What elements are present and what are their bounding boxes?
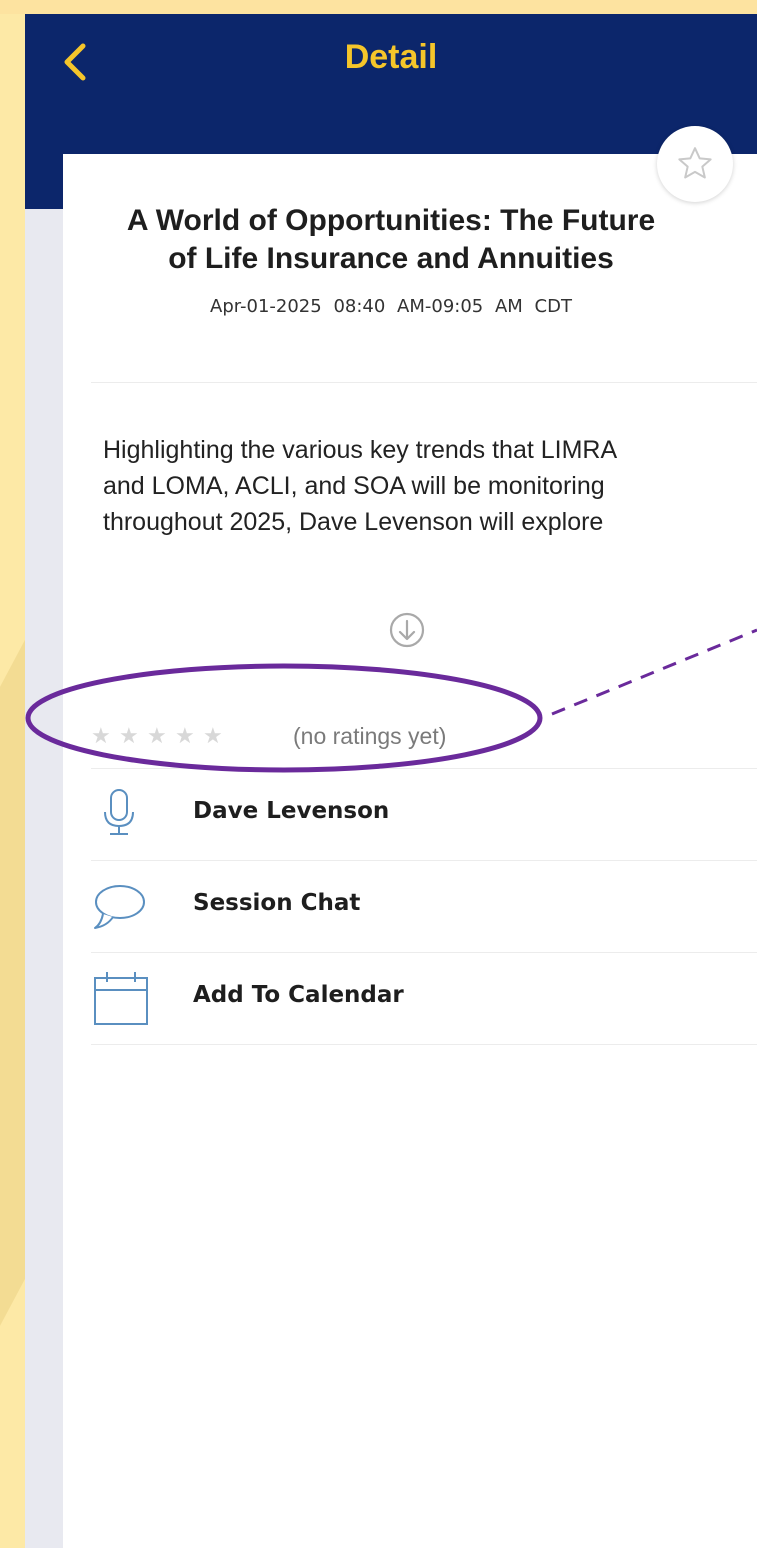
- rating-star-icon[interactable]: ★: [203, 724, 223, 749]
- rating-star-icon[interactable]: ★: [175, 724, 195, 749]
- star-outline-icon: [678, 147, 712, 179]
- session-chat-row[interactable]: Session Chat: [91, 860, 757, 952]
- rating-star-icon[interactable]: ★: [119, 724, 139, 749]
- expand-description-button[interactable]: [387, 610, 427, 650]
- app-screen: Detail A World of Opportunities: The Fut…: [25, 14, 757, 1548]
- description-line: Highlighting the various key trends that…: [103, 436, 618, 464]
- divider: [91, 1044, 757, 1045]
- session-time: 08:40 AM-09:05 AM CDT: [333, 296, 572, 317]
- background-top: [0, 0, 757, 14]
- rating-row: ★ ★ ★ ★ ★ (no ratings yet): [91, 712, 731, 768]
- session-title-line: of Life Insurance and Annuities: [168, 242, 614, 275]
- rating-star-icon[interactable]: ★: [147, 724, 167, 749]
- description-line: and LOMA, ACLI, and SOA will be monitori…: [103, 472, 605, 500]
- session-datetime: Apr-01-2025 08:40 AM-09:05 AM CDT: [25, 296, 757, 317]
- session-description: Highlighting the various key trends that…: [103, 432, 743, 540]
- add-to-calendar-label: Add To Calendar: [193, 982, 404, 1008]
- calendar-icon: [94, 972, 148, 1025]
- session-title: A World of Opportunities: The Future of …: [25, 202, 757, 278]
- add-to-calendar-row[interactable]: Add To Calendar: [91, 952, 757, 1044]
- rating-star-icon[interactable]: ★: [91, 724, 111, 749]
- session-chat-label: Session Chat: [193, 890, 361, 916]
- description-fade: [103, 546, 743, 586]
- page-title: Detail: [344, 38, 438, 76]
- speaker-row[interactable]: Dave Levenson: [91, 768, 757, 860]
- divider: [91, 382, 757, 383]
- speaker-name: Dave Levenson: [193, 798, 390, 824]
- session-title-line: A World of Opportunities: The Future: [126, 204, 656, 237]
- microphone-icon: [104, 789, 134, 835]
- description-line: throughout 2025, Dave Levenson will expl…: [103, 508, 604, 536]
- chat-bubble-icon: [94, 885, 145, 929]
- arrow-down-circle-icon: [389, 612, 425, 648]
- rating-status: (no ratings yet): [293, 723, 447, 749]
- session-date: Apr-01-2025: [210, 296, 322, 317]
- favorite-button[interactable]: [657, 126, 733, 202]
